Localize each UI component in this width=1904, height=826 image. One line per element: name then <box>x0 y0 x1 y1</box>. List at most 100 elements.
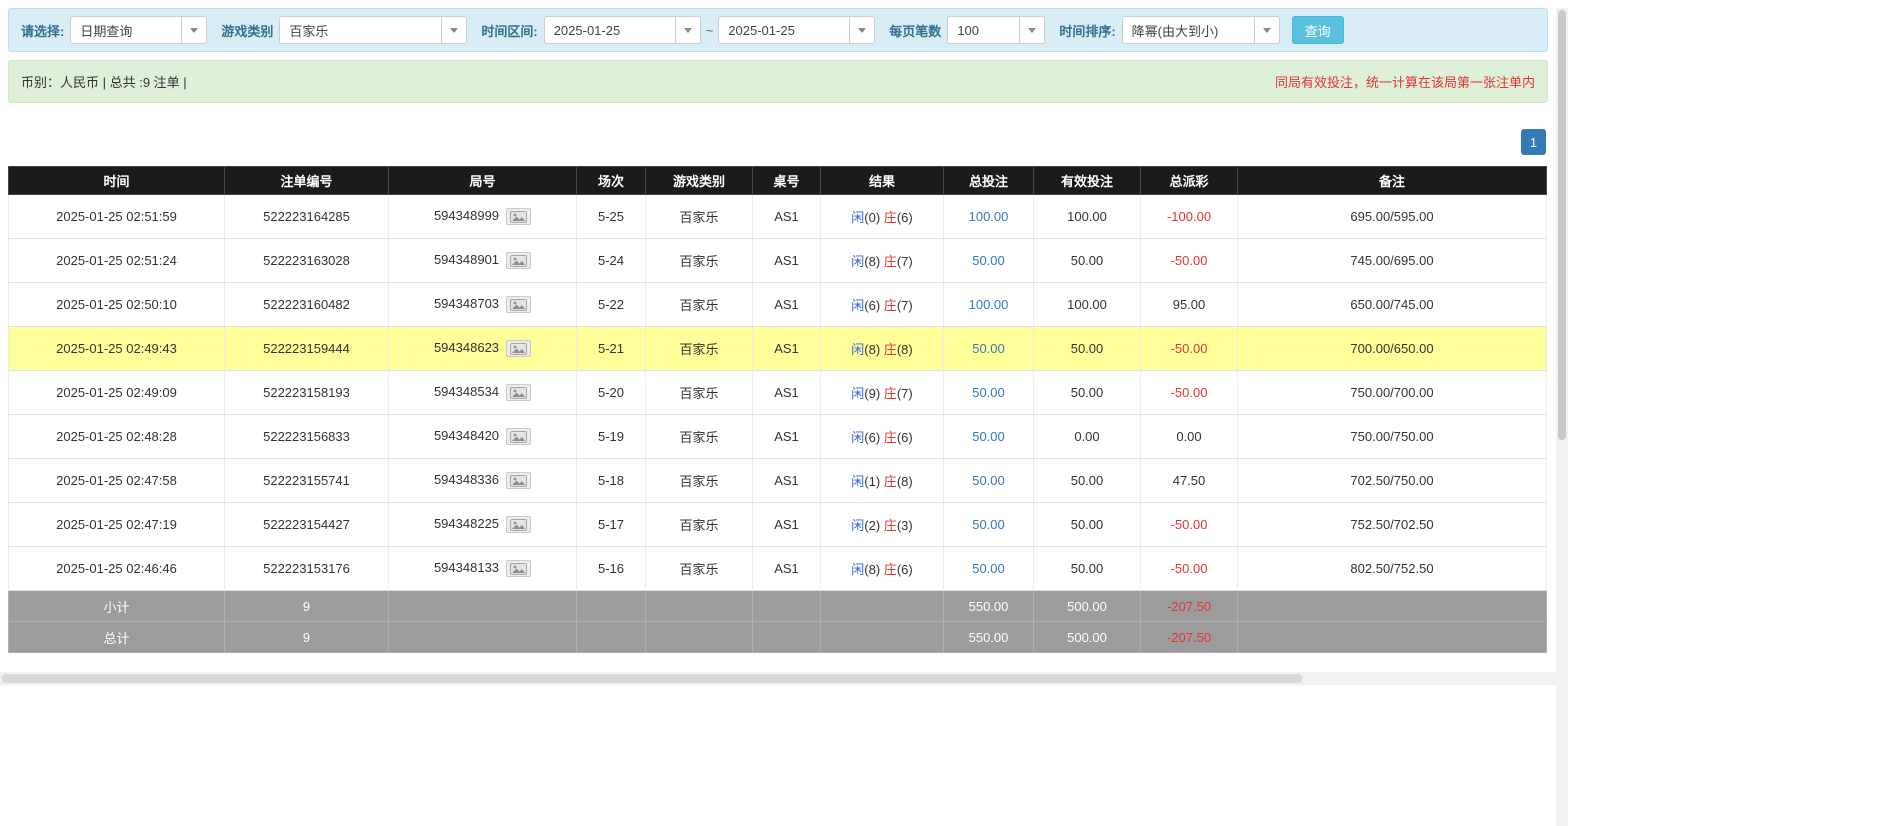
total-bet-cell[interactable]: 50.00 <box>943 326 1034 371</box>
round-id-cell: 594348225 <box>388 502 577 547</box>
session-cell: 5-18 <box>576 458 646 503</box>
query-type-select[interactable]: 日期查询 <box>70 16 208 44</box>
date-range-tilde: ~ <box>705 22 714 38</box>
subtotal-payout: -207.50 <box>1140 590 1238 622</box>
player-score: (8) <box>864 562 884 577</box>
date-from-select[interactable]: 2025-01-25 <box>543 16 701 44</box>
horizontal-scrollbar[interactable] <box>0 672 1556 685</box>
filter-bar: 请选择: 日期查询 游戏类别 百家乐 时间区间: 2025-01-25 ~ 20… <box>8 8 1548 52</box>
total-bet-cell[interactable]: 50.00 <box>943 370 1034 415</box>
subtotal-label: 小计 <box>8 590 225 622</box>
total-bet-cell[interactable]: 50.00 <box>943 458 1034 503</box>
valid-bet-cell: 50.00 <box>1033 458 1141 503</box>
page-size-select[interactable]: 100 <box>947 16 1046 44</box>
round-detail-icon[interactable] <box>506 252 532 270</box>
valid-bet-cell: 0.00 <box>1033 414 1141 459</box>
table-row: 2025-01-25 02:50:10 522223160482 594348703… <box>8 282 1547 327</box>
round-id-cell: 594348534 <box>388 370 577 415</box>
round-detail-icon[interactable] <box>506 472 532 490</box>
caret-down-icon <box>1253 17 1279 43</box>
time-cell: 2025-01-25 02:50:10 <box>8 282 225 327</box>
result-cell: 闲(6) 庄(6) <box>820 414 944 459</box>
note-cell: 745.00/695.00 <box>1237 238 1547 283</box>
game-type-select[interactable]: 百家乐 <box>279 16 468 44</box>
total-total-bet: 550.00 <box>943 621 1034 653</box>
time-cell: 2025-01-25 02:48:28 <box>8 414 225 459</box>
player-score: (6) <box>864 298 884 313</box>
banker-result: 庄 <box>883 254 897 269</box>
col-time: 时间 <box>8 166 225 195</box>
total-bet-cell[interactable]: 100.00 <box>943 194 1034 239</box>
result-cell: 闲(8) 庄(6) <box>820 546 944 591</box>
bet-id-cell: 522223156833 <box>224 414 389 459</box>
horizontal-scrollbar-thumb[interactable] <box>2 674 1302 683</box>
game-type-cell: 百家乐 <box>645 282 753 327</box>
total-bet-cell[interactable]: 50.00 <box>943 502 1034 547</box>
round-detail-icon[interactable] <box>506 296 532 314</box>
result-cell: 闲(0) 庄(6) <box>820 194 944 239</box>
player-result: 闲 <box>851 474 865 489</box>
empty-cell <box>645 590 753 622</box>
total-bet-cell[interactable]: 50.00 <box>943 546 1034 591</box>
table-no-cell: AS1 <box>752 502 821 547</box>
table-no-cell: AS1 <box>752 458 821 503</box>
player-result: 闲 <box>851 254 865 269</box>
total-bet-cell[interactable]: 100.00 <box>943 282 1034 327</box>
player-result: 闲 <box>851 298 865 313</box>
time-cell: 2025-01-25 02:47:19 <box>8 502 225 547</box>
col-total-bet: 总投注 <box>943 166 1034 195</box>
payout-cell: -50.00 <box>1140 326 1238 371</box>
date-range-label: 时间区间: <box>481 23 538 39</box>
search-button[interactable]: 查询 <box>1291 16 1344 44</box>
payout-cell: 0.00 <box>1140 414 1238 459</box>
summary-bar: 币别：人民币 | 总共 :9 注单 | 同局有效投注，统一计算在该局第一张注单内 <box>8 60 1548 103</box>
round-detail-icon[interactable] <box>506 208 532 226</box>
round-id-cell: 594348420 <box>388 414 577 459</box>
caret-down-icon <box>674 17 700 43</box>
bet-id-cell: 522223164285 <box>224 194 389 239</box>
bet-records-table: 时间 注单编号 局号 场次 游戏类别 桌号 结果 总投注 有效投注 总派彩 备注… <box>8 166 1547 653</box>
result-cell: 闲(6) 庄(7) <box>820 282 944 327</box>
empty-cell <box>820 590 944 622</box>
total-bet-cell[interactable]: 50.00 <box>943 238 1034 283</box>
total-bet-cell[interactable]: 50.00 <box>943 414 1034 459</box>
subtotal-count: 9 <box>224 590 389 622</box>
date-to-select[interactable]: 2025-01-25 <box>718 16 876 44</box>
page-button-1[interactable]: 1 <box>1521 129 1546 155</box>
table-row: 2025-01-25 02:47:58 522223155741 594348336… <box>8 458 1547 503</box>
banker-score: (3) <box>896 518 913 533</box>
round-detail-icon[interactable] <box>506 340 532 358</box>
time-sort-value: 降幂(由大到小) <box>1131 23 1219 39</box>
total-payout: -207.50 <box>1140 621 1238 653</box>
player-score: (1) <box>864 474 884 489</box>
table-no-cell: AS1 <box>752 370 821 415</box>
table-body: 2025-01-25 02:51:59 522223164285 594348999… <box>8 194 1547 591</box>
time-sort-select[interactable]: 降幂(由大到小) <box>1121 16 1280 44</box>
vertical-scrollbar-thumb[interactable] <box>1558 10 1566 440</box>
col-session: 场次 <box>576 166 646 195</box>
table-row: 2025-01-25 02:48:28 522223156833 594348420… <box>8 414 1547 459</box>
bet-id-cell: 522223160482 <box>224 282 389 327</box>
empty-cell <box>576 621 646 653</box>
col-bet-id: 注单编号 <box>224 166 389 195</box>
empty-cell <box>752 590 821 622</box>
banker-score: (7) <box>896 254 913 269</box>
banker-result: 庄 <box>883 298 897 313</box>
valid-bet-cell: 50.00 <box>1033 326 1141 371</box>
col-result: 结果 <box>820 166 944 195</box>
valid-bet-cell: 50.00 <box>1033 370 1141 415</box>
time-cell: 2025-01-25 02:46:46 <box>8 546 225 591</box>
round-detail-icon[interactable] <box>506 428 532 446</box>
player-result: 闲 <box>851 342 865 357</box>
round-detail-icon[interactable] <box>506 516 532 534</box>
vertical-scrollbar[interactable] <box>1556 8 1568 826</box>
round-id: 594348703 <box>433 295 500 311</box>
banker-result: 庄 <box>883 474 897 489</box>
table-row: 2025-01-25 02:51:59 522223164285 594348999… <box>8 194 1547 239</box>
total-label: 总计 <box>8 621 225 653</box>
player-score: (8) <box>864 254 884 269</box>
round-detail-icon[interactable] <box>506 560 532 578</box>
page: 请选择: 日期查询 游戏类别 百家乐 时间区间: 2025-01-25 ~ 20… <box>0 8 1556 653</box>
table-row: 2025-01-25 02:49:43 522223159444 594348623… <box>8 326 1547 371</box>
round-detail-icon[interactable] <box>506 384 532 402</box>
